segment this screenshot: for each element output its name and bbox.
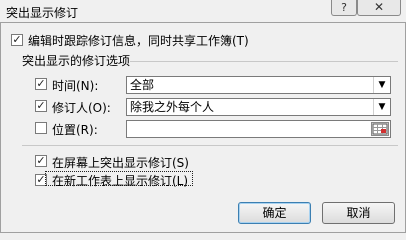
time-checkbox[interactable]: ✓ <box>35 78 47 90</box>
who-checkbox[interactable]: ✓ <box>35 100 47 112</box>
where-input[interactable] <box>126 120 391 138</box>
highlight-on-screen-checkbox[interactable]: ✓ <box>35 155 47 167</box>
group-title: 突出显示的修订选项 <box>22 52 131 69</box>
track-changes-label: 编辑时跟踪修订信息，同时共享工作簿(T) <box>28 34 249 48</box>
range-picker-button[interactable] <box>371 122 389 136</box>
highlight-changes-dialog: 突出显示修订 ? ✕ ✓ 编辑时跟踪修订信息，同时共享工作簿(T) 突出显示的修… <box>0 0 406 233</box>
close-button[interactable]: ✕ <box>357 0 401 16</box>
help-button[interactable]: ? <box>331 0 357 16</box>
options-divider <box>22 145 398 146</box>
who-label: 修订人(O): <box>52 101 111 115</box>
cancel-button[interactable]: 取消 <box>322 202 395 224</box>
where-label: 位置(R): <box>52 123 98 137</box>
highlight-on-screen-label: 在屏幕上突出显示修订(S) <box>52 156 189 170</box>
who-dropdown[interactable]: 除我之外每个人 ▼ <box>126 98 391 116</box>
who-value: 除我之外每个人 <box>130 100 215 114</box>
track-changes-checkbox[interactable]: ✓ <box>11 34 23 46</box>
list-on-new-sheet-label: 在新工作表上显示修订(L) <box>52 174 189 188</box>
chevron-down-icon[interactable]: ▼ <box>373 99 390 115</box>
time-value: 全部 <box>130 78 155 92</box>
range-select-icon <box>372 123 388 135</box>
title-bar: 突出显示修订 ? ✕ <box>0 0 406 22</box>
chevron-down-icon[interactable]: ▼ <box>373 77 390 93</box>
time-dropdown[interactable]: 全部 ▼ <box>126 76 391 94</box>
ok-button[interactable]: 确定 <box>238 202 311 224</box>
time-label: 时间(N): <box>52 79 99 93</box>
where-checkbox[interactable] <box>35 122 47 134</box>
dialog-title: 突出显示修订 <box>6 6 79 20</box>
